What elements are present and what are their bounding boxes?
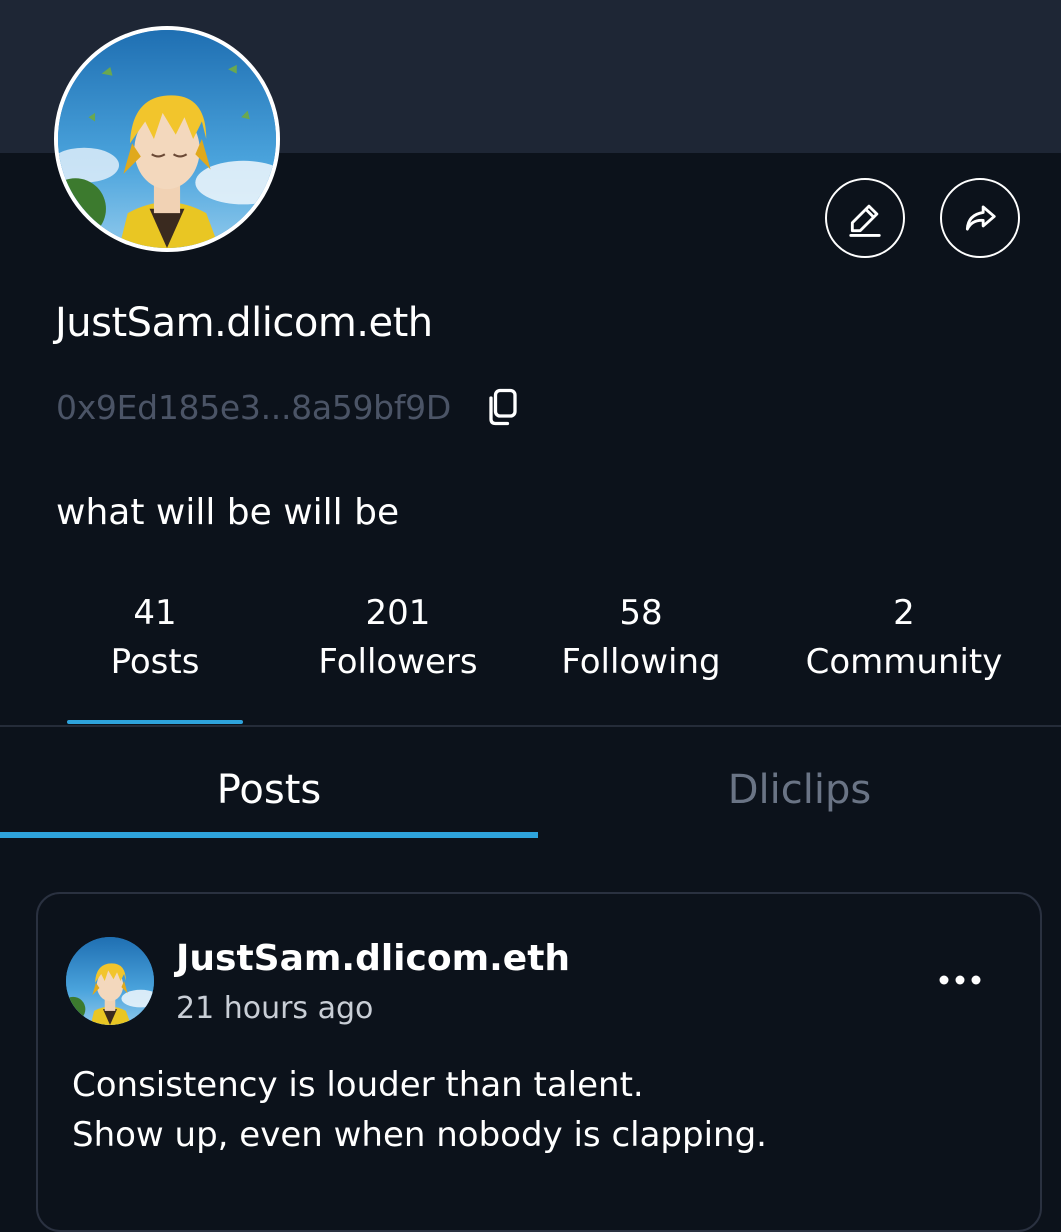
- copy-icon: [489, 388, 517, 426]
- stat-following[interactable]: 58 Following: [540, 590, 742, 688]
- section-divider: [0, 725, 1061, 727]
- stat-following-count: 58: [619, 593, 663, 633]
- anime-character-avatar: [58, 30, 276, 248]
- stat-posts-count: 41: [133, 593, 177, 633]
- stat-posts-label: Posts: [110, 642, 200, 682]
- post-author-avatar[interactable]: [66, 937, 154, 1025]
- stat-posts[interactable]: 41 Posts: [56, 590, 254, 688]
- wallet-address-row: 0x9Ed185e3...8a59bf9D: [56, 382, 523, 432]
- profile-display-name: JustSam.dlicom.eth: [55, 300, 433, 346]
- copy-address-button[interactable]: [483, 385, 523, 429]
- stat-followers-label: Followers: [318, 642, 478, 682]
- tab-active-indicator: [0, 832, 538, 838]
- tab-posts[interactable]: Posts: [0, 762, 538, 818]
- profile-bio: what will be will be: [56, 492, 400, 533]
- stat-community[interactable]: 2 Community: [770, 590, 1038, 688]
- anime-character-avatar: [66, 937, 154, 1025]
- edit-profile-button[interactable]: [825, 178, 905, 258]
- post-text-line: Show up, even when nobody is clapping.: [72, 1115, 767, 1155]
- post-text-line: Consistency is louder than talent.: [72, 1065, 644, 1105]
- stat-community-label: Community: [805, 642, 1003, 682]
- share-profile-button[interactable]: [940, 178, 1020, 258]
- stat-followers-count: 201: [365, 593, 431, 633]
- stat-community-count: 2: [893, 593, 915, 633]
- post-more-button[interactable]: [930, 962, 990, 998]
- post-timestamp: 21 hours ago: [176, 991, 374, 1026]
- tab-dliclips[interactable]: Dliclips: [538, 762, 1061, 818]
- stat-followers[interactable]: 201 Followers: [298, 590, 498, 688]
- more-horizontal-icon: [939, 975, 981, 985]
- pencil-icon: [849, 204, 881, 237]
- post-author-name[interactable]: JustSam.dlicom.eth: [176, 934, 570, 984]
- share-arrow-icon: [965, 205, 996, 231]
- profile-avatar[interactable]: [54, 26, 280, 252]
- wallet-address: 0x9Ed185e3...8a59bf9D: [56, 387, 451, 427]
- stat-following-label: Following: [561, 642, 721, 682]
- stat-active-indicator: [67, 720, 243, 724]
- post-text: Consistency is louder than talent. Show …: [72, 1060, 1012, 1160]
